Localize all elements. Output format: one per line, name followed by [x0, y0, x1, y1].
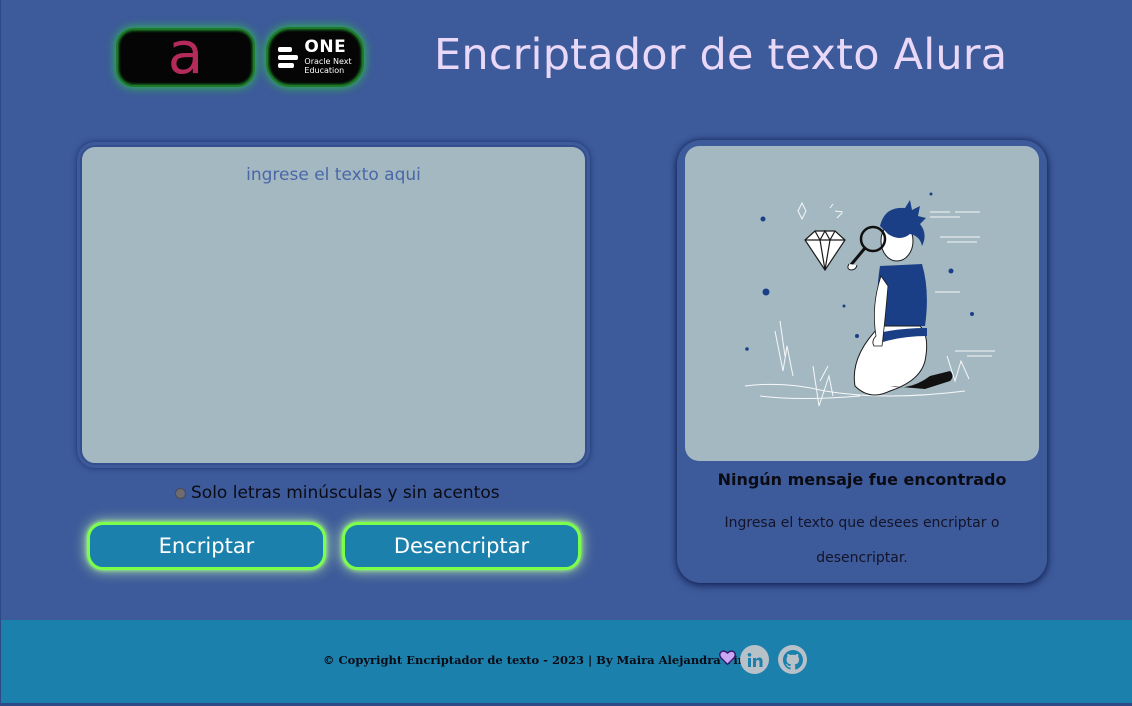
github-icon[interactable]: [778, 645, 807, 674]
purple-heart-icon: [719, 650, 736, 666]
linkedin-glyph: [747, 652, 762, 667]
person-with-magnifier-illustration: [744, 192, 995, 407]
github-glyph: [782, 649, 803, 670]
one-logo-subtitle-2: Education: [304, 65, 345, 75]
search-illustration: [685, 146, 1039, 461]
one-logo: ONE Oracle Next Education: [266, 27, 364, 87]
one-logo-brand: ONE: [304, 36, 347, 57]
copyright-text: © Copyright Encriptador de texto - 2023 …: [323, 653, 767, 667]
page-title: Encriptador de texto Alura: [434, 30, 1008, 80]
alura-logo-letter: a: [167, 18, 204, 87]
alura-logo: a: [116, 24, 255, 87]
encrypt-button[interactable]: Encriptar: [87, 522, 326, 570]
one-logo-icon: [278, 46, 299, 68]
decrypt-button[interactable]: Desencriptar: [342, 522, 581, 570]
input-hint: Solo letras minúsculas y sin acentos: [175, 483, 500, 503]
linkedin-icon[interactable]: [740, 645, 769, 674]
info-icon: [175, 487, 186, 499]
output-message: Ingresa el texto que desees encriptar o …: [724, 515, 1000, 566]
output-title: Ningún mensaje fue encontrado: [717, 470, 1007, 489]
input-hint-text: Solo letras minúsculas y sin acentos: [191, 483, 500, 503]
text-input[interactable]: [80, 145, 587, 465]
